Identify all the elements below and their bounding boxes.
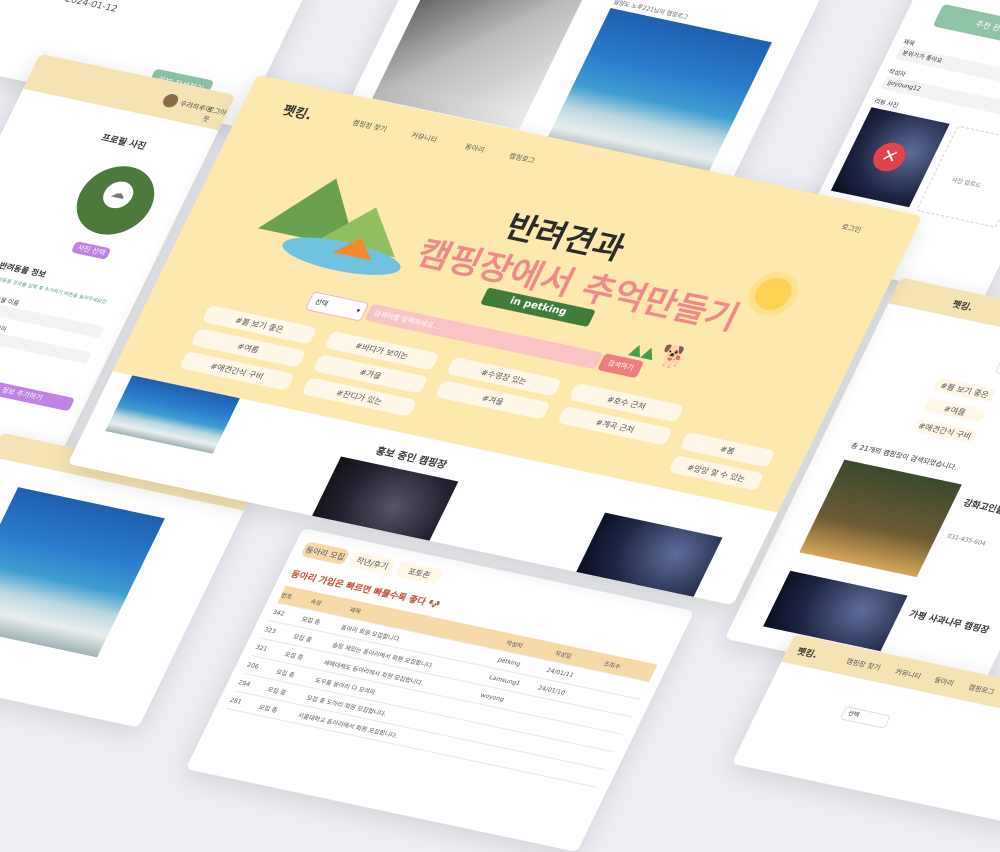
club-table: 번호 속성 제목 작성자 작성일 조회수 342 모집 중 동아리 회원 모집합니다… (225, 585, 658, 788)
club-tab-review[interactable]: 작년/후기 (347, 551, 398, 576)
promo-photo-1[interactable] (105, 375, 240, 454)
sun-icon (749, 274, 798, 314)
login-link[interactable]: 로그인 (840, 222, 863, 235)
pet-info-notice: 반려동물 정보를 입력 후 추가하기 버튼을 눌러주세요😊 (0, 275, 108, 306)
col-views: 조회수 (602, 660, 622, 671)
submit-review-button[interactable]: 추천 완료 (932, 3, 1000, 50)
result-phone-1: 031-435-604 (945, 532, 987, 548)
results-brand[interactable]: 펫킹. (950, 297, 975, 313)
club-tab-recruit[interactable]: 동아리 모집 (300, 541, 351, 566)
club-tab-photo[interactable]: 포토존 (394, 561, 445, 586)
row-status: 모집 중 (300, 615, 322, 626)
result-photo-1[interactable] (799, 459, 962, 578)
upload-icon: ☁ (98, 178, 139, 211)
nav-item-camp[interactable]: 캠핑장 찾기 (350, 118, 388, 134)
results-tag-3[interactable]: #애견간식 구비 (912, 418, 978, 444)
row-status: 모집 중 (283, 650, 305, 662)
search-select[interactable]: 선택 ▾ (304, 291, 370, 322)
chevron-down-icon: ▾ (354, 306, 362, 316)
profile-photo[interactable]: ☁ (64, 159, 167, 242)
profile-title: 프로필 사진 (99, 133, 148, 153)
results-tag-2[interactable]: #여름 (922, 397, 988, 424)
row-number: 281 (228, 696, 243, 706)
row-status: 모집 중 (291, 633, 314, 644)
review-date: 2024-01-12 (63, 0, 119, 15)
sea-photo[interactable] (0, 487, 165, 658)
nav-item-log[interactable]: 캠핑로그 (507, 151, 537, 166)
search-placeholder: 검색어를 입력하세요... (372, 309, 442, 331)
nav-item-community[interactable]: 커뮤니티 (409, 131, 439, 146)
row-status: 모집 중 (257, 703, 279, 714)
remove-photo-icon[interactable]: ✕ (867, 139, 911, 175)
bottom-nav-community[interactable]: 커뮤니티 (893, 667, 923, 682)
pet-age-label: 반려동물 나이 (0, 319, 8, 334)
result-photo-2[interactable] (763, 570, 908, 652)
search-select-label: 선택 (313, 298, 330, 309)
promo-photo-3[interactable] (576, 512, 723, 597)
col-number: 번호 (279, 591, 294, 601)
result-name-2[interactable]: 가평 사과나무 캠핑장 (907, 607, 992, 636)
main-brand[interactable]: 펫킹. (280, 100, 317, 123)
nav-item-club[interactable]: 동아리 (463, 142, 486, 155)
row-status: 모집 중 (274, 668, 296, 679)
bottom-select[interactable]: 선택 (839, 706, 892, 729)
select-photo-button[interactable]: 사진 선택 (70, 241, 112, 260)
row-number: 321 (254, 643, 269, 653)
row-number: 294 (237, 678, 252, 688)
bottom-nav-log[interactable]: 캠핑로그 (966, 683, 996, 698)
bottom-brand[interactable]: 펫킹. (795, 644, 820, 660)
row-status: 모집 중 (266, 685, 288, 697)
add-pet-button[interactable]: 반려동물 정보 추가하기 (0, 371, 76, 412)
photo-upload-text: 사진 업로드 (949, 176, 983, 190)
row-number: 342 (271, 608, 286, 618)
dog-icon: 🐕 (654, 343, 693, 373)
bottom-nav-camp[interactable]: 캠핑장 찾기 (844, 657, 882, 673)
bottom-nav-club[interactable]: 동아리 (932, 675, 956, 688)
results-tag-1[interactable]: #불 보기 좋은 (932, 377, 998, 403)
result-name-1[interactable]: 강화고인돌 (961, 496, 1000, 517)
results-select[interactable]: 선택 (994, 359, 1000, 383)
col-status: 속성 (309, 597, 323, 607)
row-number: 323 (262, 625, 278, 635)
row-number: 206 (245, 661, 261, 671)
